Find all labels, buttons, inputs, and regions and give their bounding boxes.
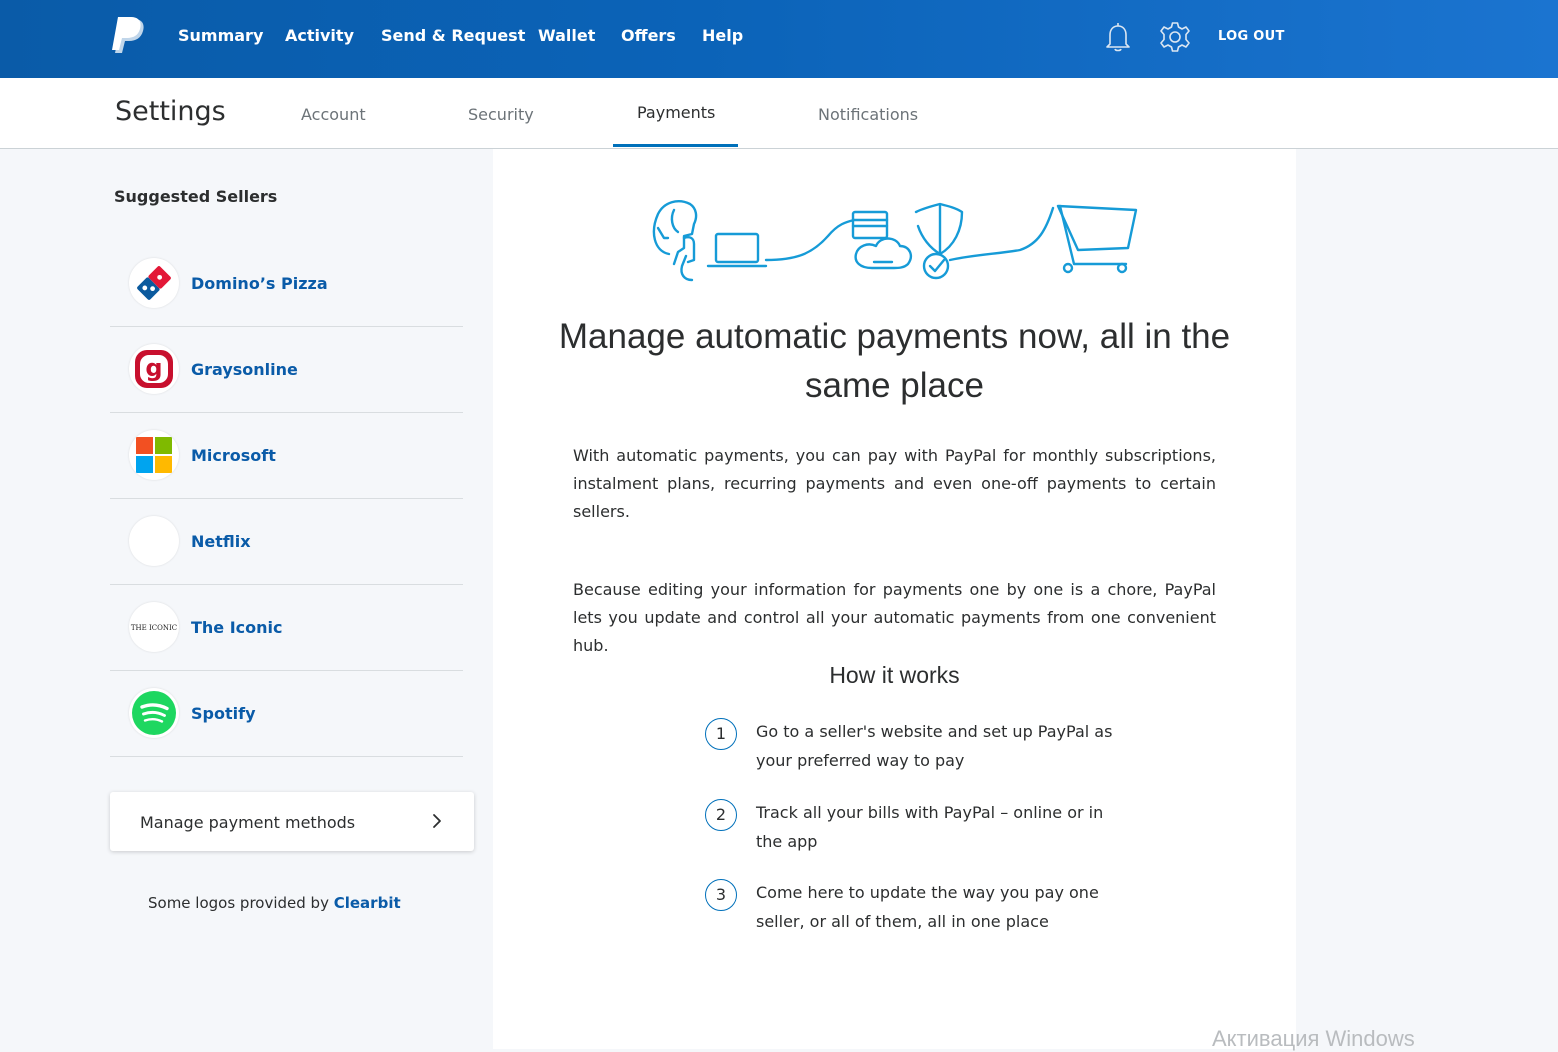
seller-item-graysonline[interactable]: g Graysonline: [110, 327, 463, 413]
gear-icon[interactable]: [1159, 20, 1191, 54]
active-tab-indicator: [613, 144, 738, 147]
nav-help[interactable]: Help: [702, 26, 743, 45]
nav-summary[interactable]: Summary: [178, 26, 263, 45]
step-number-badge: 1: [705, 718, 737, 750]
the-iconic-logo: THE ICONIC: [129, 602, 179, 652]
intro-paragraph: With automatic payments, you can pay wit…: [573, 446, 1216, 521]
seller-name: Netflix: [191, 532, 251, 551]
dominos-logo: [129, 258, 179, 308]
page-headline: Manage automatic payments now, all in th…: [558, 317, 1231, 405]
nav-wallet[interactable]: Wallet: [538, 26, 595, 45]
hub-paragraph: Because editing your information for pay…: [573, 580, 1216, 655]
logo-credit-note: Some logos provided by Clearbit: [148, 894, 401, 912]
seller-item-netflix[interactable]: Netflix: [110, 499, 463, 585]
clearbit-link[interactable]: Clearbit: [334, 894, 401, 912]
nav-send-request[interactable]: Send & Request: [381, 26, 525, 45]
how-it-works-heading: How it works: [829, 662, 960, 688]
seller-name: The Iconic: [191, 618, 283, 637]
suggested-sellers-heading: Suggested Sellers: [114, 187, 278, 206]
logo-credit-text: Some logos provided by: [148, 894, 334, 912]
tab-account[interactable]: Account: [301, 105, 366, 124]
seller-name: Microsoft: [191, 446, 276, 465]
bell-icon[interactable]: [1102, 20, 1134, 54]
seller-item-spotify[interactable]: Spotify: [110, 671, 463, 757]
nav-offers[interactable]: Offers: [621, 26, 676, 45]
svg-text:THE ICONIC: THE ICONIC: [131, 624, 177, 632]
seller-item-the-iconic[interactable]: THE ICONIC The Iconic: [110, 585, 463, 671]
step-number-badge: 3: [705, 879, 737, 911]
nav-activity[interactable]: Activity: [285, 26, 354, 45]
seller-item-microsoft[interactable]: Microsoft: [110, 413, 463, 499]
step-text: Track all your bills with PayPal – onlin…: [756, 803, 1104, 851]
seller-item-dominos[interactable]: Domino’s Pizza: [110, 241, 463, 327]
windows-activation-watermark: Активация Windows: [1212, 1026, 1415, 1051]
step-text: Go to a seller's website and set up PayP…: [756, 722, 1113, 770]
microsoft-logo: [129, 430, 179, 480]
settings-header: Settings Account Security Payments Notif…: [0, 78, 1558, 149]
netflix-logo: [129, 516, 179, 566]
seller-name: Domino’s Pizza: [191, 274, 328, 293]
seller-name: Spotify: [191, 704, 256, 723]
spotify-logo: [129, 688, 179, 738]
sidebar: Suggested Sellers Domino’s Pizza g Grays…: [0, 149, 493, 1049]
top-navigation-bar: Summary Activity Send & Request Wallet O…: [0, 0, 1558, 78]
tab-payments[interactable]: Payments: [637, 103, 715, 122]
step-number-badge: 2: [705, 799, 737, 831]
seller-name: Graysonline: [191, 360, 298, 379]
paypal-logo[interactable]: [112, 17, 146, 55]
chevron-right-icon: [433, 814, 441, 828]
graysonline-logo: g: [129, 344, 179, 394]
logout-button[interactable]: LOG OUT: [1218, 29, 1285, 44]
page-title: Settings: [115, 96, 226, 127]
step-text: Come here to update the way you pay one …: [756, 883, 1099, 931]
main-content: Manage automatic payments now, all in th…: [493, 149, 1296, 1049]
manage-payment-methods-label: Manage payment methods: [140, 813, 356, 832]
svg-text:g: g: [145, 354, 162, 382]
tab-notifications[interactable]: Notifications: [818, 105, 918, 124]
automatic-payments-illustration: [652, 200, 1138, 282]
manage-payment-methods-button[interactable]: Manage payment methods: [110, 792, 474, 851]
tab-security[interactable]: Security: [468, 105, 534, 124]
